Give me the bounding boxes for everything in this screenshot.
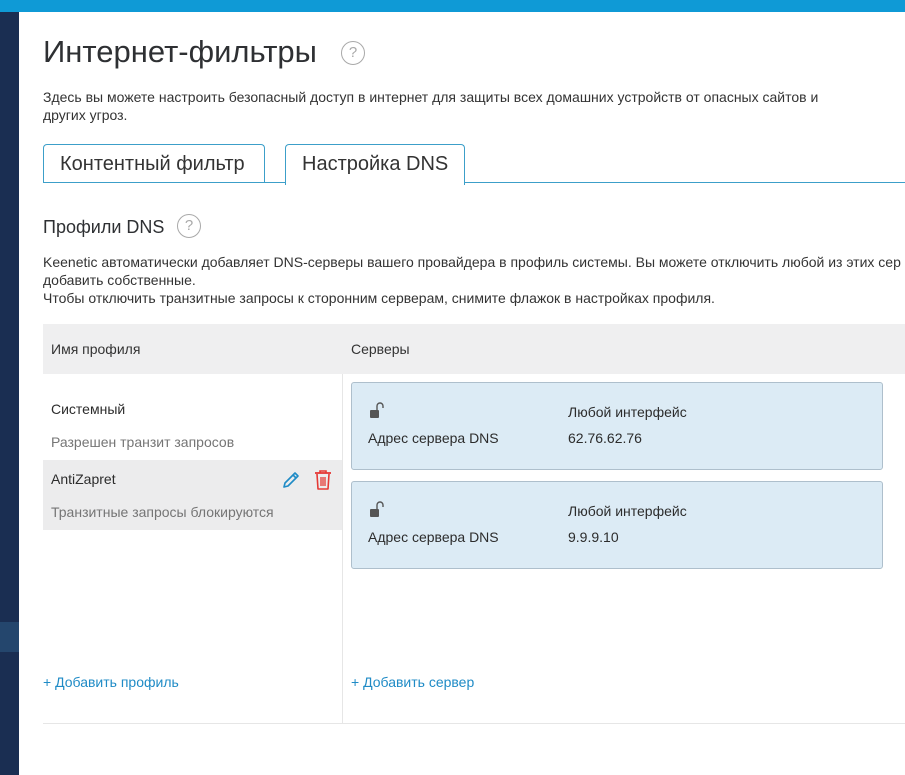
profile-status: Разрешен транзит запросов xyxy=(51,434,235,450)
tabs-underline xyxy=(43,182,905,183)
server-address-label: Адрес сервера DNS xyxy=(368,529,499,545)
tab-dns-settings[interactable]: Настройка DNS xyxy=(285,144,465,185)
column-header-profile-name: Имя профиля xyxy=(51,341,141,357)
section-desc-line-2: добавить собственные. xyxy=(43,272,196,288)
section-desc-line-1: Keenetic автоматически добавляет DNS-сер… xyxy=(43,254,901,270)
column-header-servers: Серверы xyxy=(351,341,410,357)
open-lock-icon xyxy=(370,501,384,517)
sidebar-active-marker[interactable] xyxy=(0,622,19,652)
server-interface: Любой интерфейс xyxy=(568,404,687,420)
server-card[interactable]: Любой интерфейс Адрес сервера DNS 9.9.9.… xyxy=(351,481,883,569)
profile-row-system[interactable]: Системный Разрешен транзит запросов xyxy=(43,390,342,460)
page-title: Интернет-фильтры xyxy=(43,34,317,69)
trash-icon[interactable] xyxy=(313,469,333,491)
server-address: 62.76.62.76 xyxy=(568,430,642,446)
help-icon[interactable]: ? xyxy=(341,41,365,65)
section-help-icon[interactable]: ? xyxy=(177,214,201,238)
section-description: Keenetic автоматически добавляет DNS-сер… xyxy=(43,253,905,307)
profile-name: Системный xyxy=(51,401,126,417)
server-address: 9.9.9.10 xyxy=(568,529,619,545)
top-accent-bar xyxy=(0,0,905,12)
open-lock-icon xyxy=(370,402,384,418)
profile-row-antizapret[interactable]: AntiZapret Транзитные запросы блокируютс… xyxy=(43,460,342,530)
page-description: Здесь вы можете настроить безопасный дос… xyxy=(43,89,819,123)
tab-content-filter[interactable]: Контентный фильтр xyxy=(43,144,265,182)
pencil-icon[interactable] xyxy=(281,470,301,490)
profile-name: AntiZapret xyxy=(51,471,116,487)
table-bottom-border xyxy=(43,723,905,724)
profile-status: Транзитные запросы блокируются xyxy=(51,504,274,520)
server-address-label: Адрес сервера DNS xyxy=(368,430,499,446)
add-server-link[interactable]: + Добавить сервер xyxy=(351,674,474,690)
main-content: Интернет-фильтры ? Здесь вы можете настр… xyxy=(19,12,905,775)
section-title: Профили DNS xyxy=(43,217,165,237)
server-card[interactable]: Любой интерфейс Адрес сервера DNS 62.76.… xyxy=(351,382,883,470)
table-header: Имя профиля Серверы xyxy=(43,324,905,374)
add-profile-link[interactable]: + Добавить профиль xyxy=(43,674,179,690)
column-divider xyxy=(342,374,343,723)
sidebar xyxy=(0,12,19,775)
section-desc-line-3: Чтобы отключить транзитные запросы к сто… xyxy=(43,290,715,306)
server-interface: Любой интерфейс xyxy=(568,503,687,519)
